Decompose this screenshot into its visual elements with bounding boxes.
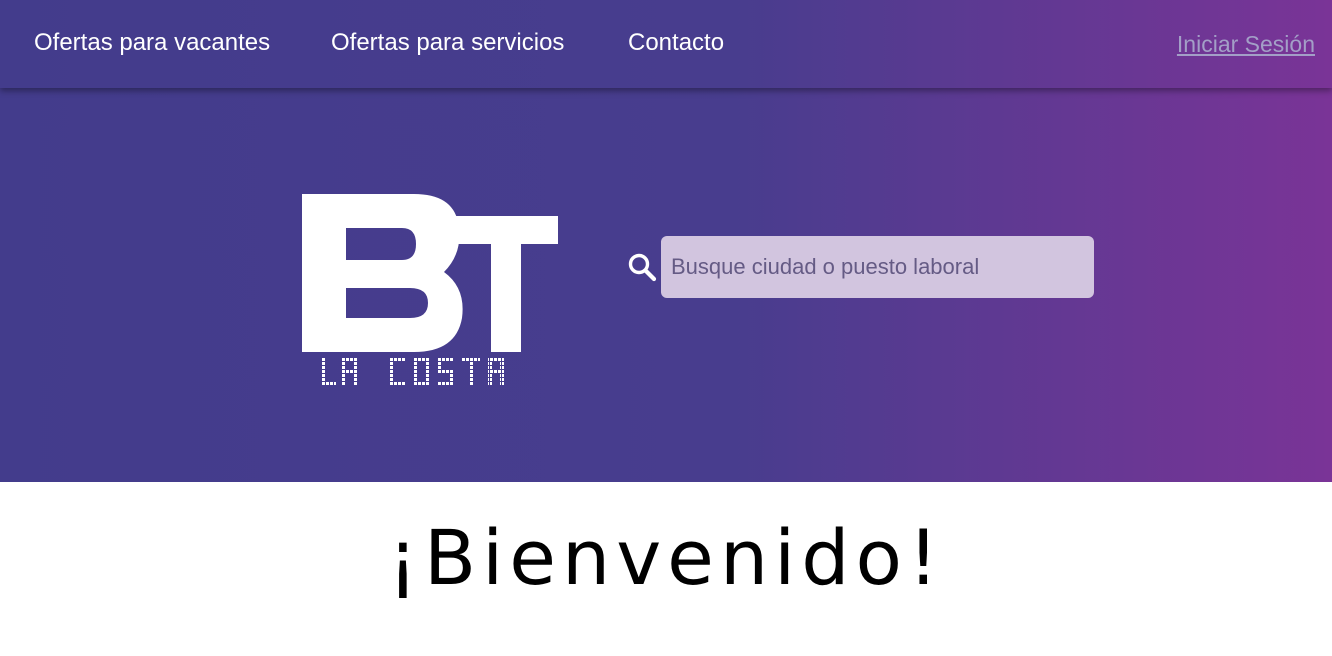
- search-input[interactable]: [661, 236, 1094, 298]
- login-link[interactable]: Iniciar Sesión: [1177, 30, 1315, 58]
- navbar: Ofertas para vacantes Ofertas para servi…: [0, 0, 1332, 88]
- nav-link-contacto[interactable]: Contacto: [628, 28, 724, 58]
- welcome-title: ¡Bienvenido!: [387, 513, 945, 602]
- nav-link-ofertas-vacantes[interactable]: Ofertas para vacantes: [34, 28, 270, 58]
- bt-la-costa-logo: [302, 194, 558, 385]
- search-icon[interactable]: [627, 252, 657, 282]
- hero-banner: Ofertas para vacantes Ofertas para servi…: [0, 0, 1332, 482]
- nav-link-ofertas-servicios[interactable]: Ofertas para servicios: [331, 28, 564, 58]
- page: Ofertas para vacantes Ofertas para servi…: [0, 0, 1332, 656]
